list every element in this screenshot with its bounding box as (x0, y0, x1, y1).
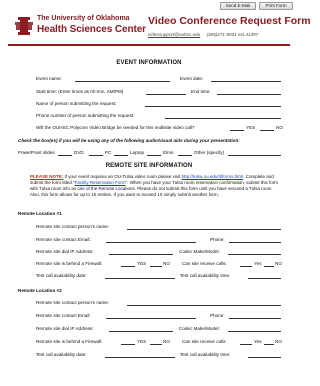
loc1-codec-field[interactable] (228, 254, 281, 255)
requester-phone-field[interactable] (165, 118, 281, 119)
event-date-field[interactable] (211, 81, 281, 82)
logo-center-name: Health Sciences Center (37, 24, 146, 35)
remote-info-heading: REMOTE SITE INFORMATION (105, 163, 193, 169)
loc2-contact-name-field[interactable] (127, 305, 281, 306)
bridge-yes-label: YES (246, 125, 256, 130)
av-option-powerpoint: PowerPoint slides (18, 150, 55, 155)
event-date-label: Event date: (180, 76, 204, 81)
loc1-test-date-label: Test call availability date: (36, 273, 87, 278)
print-form-button[interactable]: Print Form (259, 2, 293, 10)
bridge-no-label: NO (276, 125, 283, 130)
loc1-dial-ip-label: Remote site dial IP Address: (36, 249, 94, 254)
loc1-contact-name-label: Remote site contact person's name: (36, 224, 110, 229)
please-note-label: PLEASE NOTE: (30, 174, 64, 179)
loc2-contact-name-label: Remote site contact person's name: (36, 300, 110, 305)
loc2-test-time-field[interactable] (248, 357, 281, 358)
loc2-test-date-field[interactable] (105, 357, 175, 358)
av-other-field[interactable] (228, 155, 281, 156)
loc2-firewall-no-field[interactable] (150, 344, 162, 345)
loc2-test-date-label: Test call availability date: (36, 352, 87, 357)
av-option-other: Other (specify) (194, 150, 225, 155)
loc1-codec-label: Codec Make/Model: (179, 249, 220, 254)
ouhsc-logo: The University of Oklahoma Health Scienc… (14, 13, 146, 43)
av-option-dvd: DVD (74, 150, 84, 155)
event-info-heading: EVENT INFORMATION (116, 60, 182, 66)
loc1-receive-yes-label: Yes (254, 261, 262, 266)
loc1-firewall-label: Remote site is behind a Firewall: (36, 261, 103, 266)
loc2-dial-ip-field[interactable] (109, 331, 173, 332)
av-elmo-field[interactable] (178, 155, 192, 156)
remote-location-2-title: Remote Location #2 (18, 288, 62, 293)
tulsa-forms-link[interactable]: http://tulsa.ou.edu/it/forms.html (182, 174, 244, 179)
loc1-contact-email-field[interactable] (106, 242, 196, 243)
note-text-1: If your event requires an OU-Tulsa video… (63, 174, 182, 179)
end-time-field[interactable] (217, 94, 281, 95)
requester-name-label: Name of person submitting the request: (36, 101, 117, 106)
loc1-firewall-yes-field[interactable] (121, 266, 135, 267)
loc1-test-time-label: Test call availability time: (180, 273, 231, 278)
remote-location-1-title: Remote Location #1 (18, 211, 62, 216)
loc2-receive-calls-label: Can site receive calls: (182, 339, 227, 344)
loc2-contact-email-label: Remote site contact Email: (36, 313, 91, 318)
support-email-link[interactable]: videosupport@ouhsc.edu (148, 32, 200, 37)
loc1-phone-field[interactable] (229, 242, 281, 243)
loc1-receive-calls-label: Can site receive calls: (182, 261, 227, 266)
event-name-field[interactable] (75, 81, 170, 82)
loc2-firewall-yes-label: YES (137, 339, 147, 344)
loc1-contact-email-label: Remote site contact Email: (36, 237, 91, 242)
facility-reservation-link[interactable]: Facility Reservation Form (75, 180, 126, 185)
contact-line: videosupport@ouhsc.edu (405)271-8001 ext… (148, 32, 258, 37)
loc1-firewall-no-label: NO (163, 261, 170, 266)
tulsa-room-note: PLEASE NOTE: If your event requires an O… (30, 174, 280, 198)
requester-phone-label: Phone number of person submitting the re… (36, 113, 135, 118)
loc2-receive-no-field[interactable] (264, 344, 274, 345)
av-question-label: Check the box(es) if you will be using a… (18, 138, 240, 143)
loc2-firewall-no-label: NO (163, 339, 170, 344)
requester-name-field[interactable] (145, 106, 281, 107)
loc2-receive-no-label: NO (275, 339, 282, 344)
loc1-contact-name-field[interactable] (127, 229, 281, 230)
loc2-firewall-label: Remote site is behind a Firewall: (36, 339, 103, 344)
av-pc-field[interactable] (114, 155, 128, 156)
loc1-receive-yes-field[interactable] (240, 266, 252, 267)
start-time-field[interactable] (146, 94, 186, 95)
loc1-dial-ip-field[interactable] (109, 254, 173, 255)
loc1-phone-label: Phone: (210, 237, 225, 242)
loc1-receive-no-field[interactable] (264, 266, 274, 267)
event-name-label: Event name: (36, 76, 62, 81)
loc1-firewall-yes-label: YES (137, 261, 147, 266)
av-laptop-field[interactable] (147, 155, 161, 156)
logo-university-name: The University of Oklahoma (37, 15, 130, 22)
av-option-elmo: Elmo (163, 150, 174, 155)
form-page: Send E-Mail Print Form The University of… (0, 0, 311, 386)
loc2-phone-field[interactable] (229, 318, 281, 319)
loc2-phone-label: Phone: (210, 313, 225, 318)
loc2-firewall-yes-field[interactable] (121, 344, 135, 345)
loc1-test-date-field[interactable] (105, 278, 175, 279)
header-divider (8, 44, 290, 46)
loc2-dial-ip-label: Remote site dial IP Address: (36, 326, 94, 331)
send-email-button[interactable]: Send E-Mail (220, 2, 256, 10)
loc2-receive-yes-field[interactable] (240, 344, 252, 345)
bridge-yes-field[interactable] (230, 130, 244, 131)
bridge-no-field[interactable] (260, 130, 274, 131)
form-title: Video Conference Request Form (148, 15, 311, 27)
av-powerpoint-field[interactable] (58, 155, 72, 156)
ou-logo-icon (15, 17, 33, 35)
loc2-test-time-label: Test call availability time: (180, 352, 231, 357)
loc1-receive-no-label: NO (275, 261, 282, 266)
loc1-test-time-field[interactable] (248, 278, 281, 279)
av-dvd-field[interactable] (89, 155, 103, 156)
start-time-label: Start time: (Enter times as hh:mm, AM/PM… (36, 89, 124, 94)
support-phone: (405)271-8001 ext.41397 (206, 32, 259, 37)
loc2-contact-email-field[interactable] (106, 318, 196, 319)
av-option-pc: PC (105, 150, 112, 155)
loc2-codec-label: Codec Make/Model: (179, 326, 220, 331)
loc2-codec-field[interactable] (228, 331, 281, 332)
end-time-label: End time: (191, 89, 211, 94)
loc1-firewall-no-field[interactable] (150, 266, 162, 267)
loc2-receive-yes-label: Yes (254, 339, 262, 344)
bridge-question-label: Will the OUHSC Polycom Video Bridge be n… (36, 125, 195, 130)
av-option-laptop: Laptop (130, 150, 145, 155)
